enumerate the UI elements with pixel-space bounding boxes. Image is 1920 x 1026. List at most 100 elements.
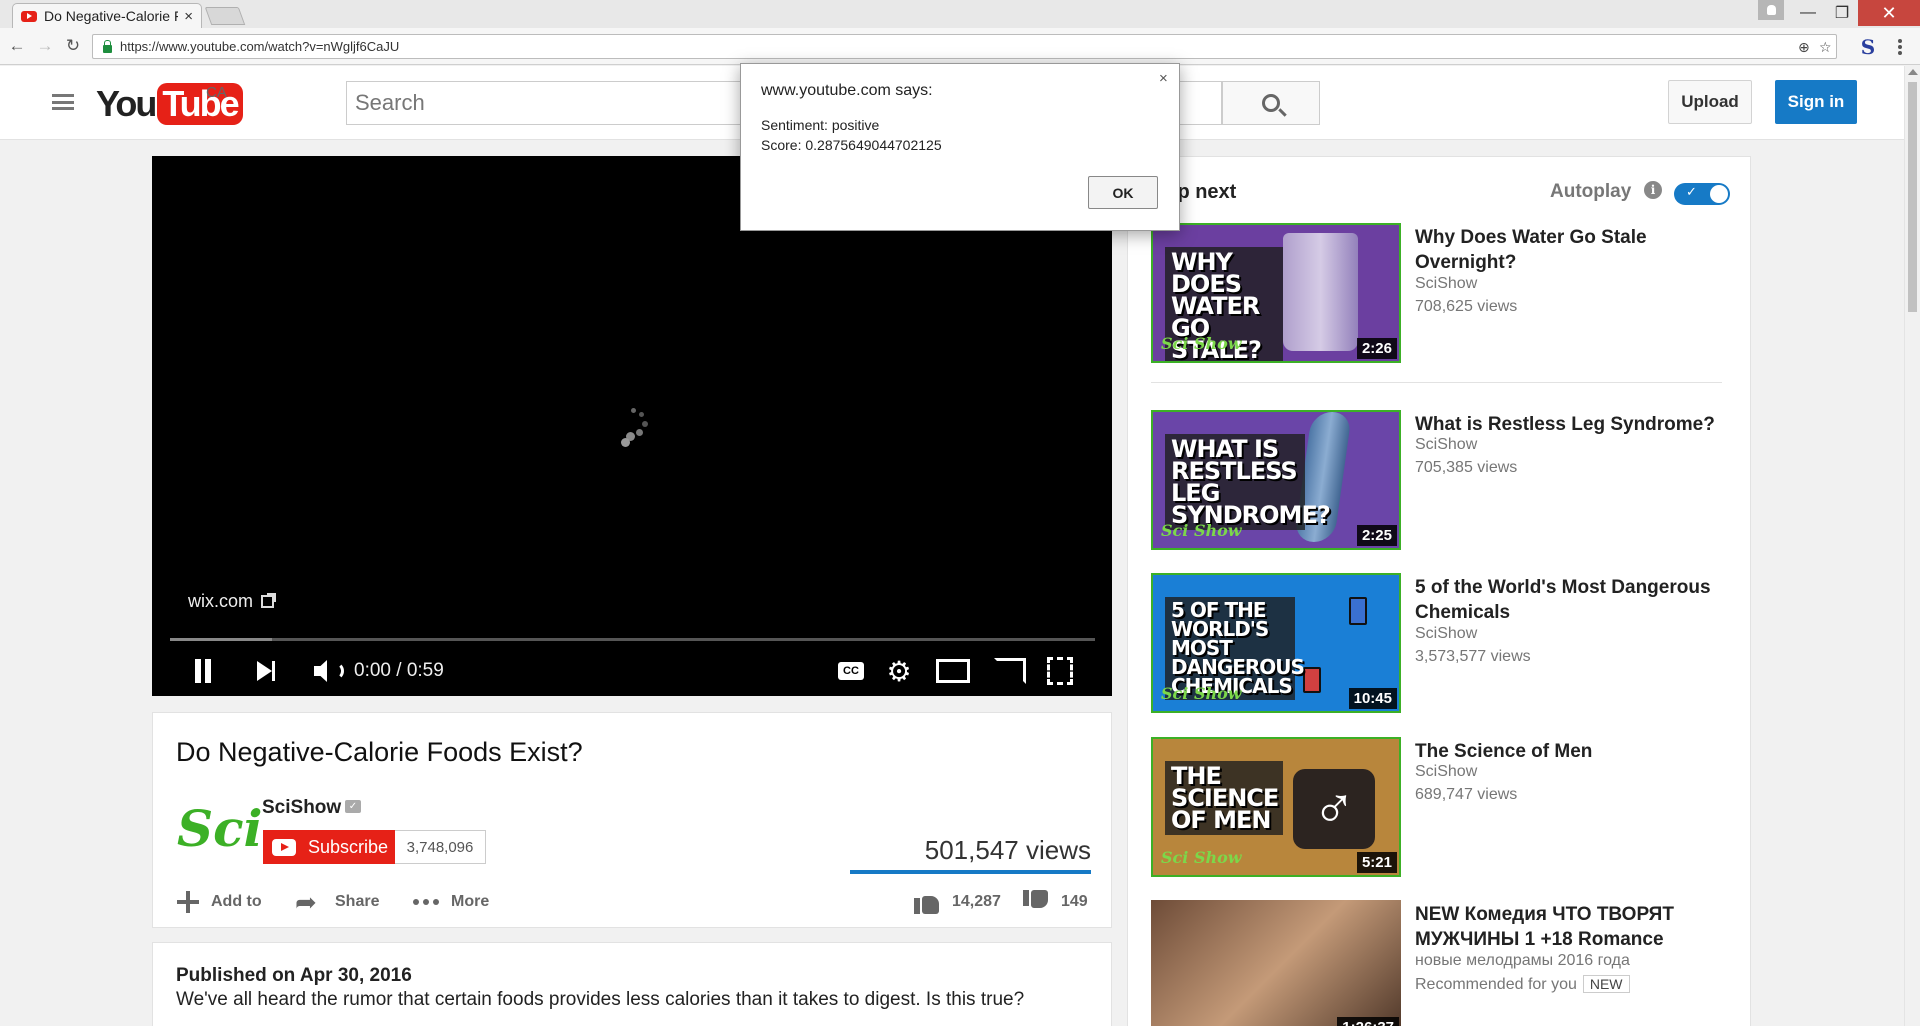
new-tab-button[interactable] (204, 7, 246, 25)
share-arrow-icon: ➦ (295, 887, 317, 917)
cast-icon[interactable] (994, 656, 1026, 686)
address-bar-row: ← → ↻ https://www.youtube.com/watch?v=nW… (0, 28, 1920, 65)
recommended-video-title[interactable]: NEW Комедия ЧТО ТВОРЯТ МУЖЧИНЫ 1 +18 Rom… (1415, 902, 1735, 952)
recommended-reason: Recommended for you (1415, 976, 1577, 993)
video-duration: 1:26:37 (1337, 1017, 1399, 1026)
recommended-video-title[interactable]: Why Does Water Go Stale Overnight? (1415, 225, 1735, 275)
profile-icon[interactable] (1758, 0, 1784, 20)
autoplay-label: Autoplay (1550, 181, 1632, 202)
channel-name-link[interactable]: SciShow (262, 797, 341, 819)
browser-tab[interactable]: Do Negative-Calorie Foods Exist? - YouTu… (12, 3, 202, 28)
time-display: 0:00 / 0:59 (354, 660, 444, 681)
video-thumbnail[interactable]: WHAT IS RESTLESS LEG SYNDROME? Sci Show … (1151, 410, 1401, 550)
recommended-video-views: 689,747 views (1415, 786, 1518, 803)
url-omnibox[interactable]: https://www.youtube.com/watch?v=nWgljf6C… (92, 34, 1837, 59)
settings-gear-icon[interactable] (886, 656, 912, 686)
dialog-score-line: Score: 0.2875649044702125 (761, 137, 942, 153)
dislike-button[interactable]: 149 (1023, 890, 1088, 914)
video-duration: 2:25 (1356, 525, 1397, 546)
subscribe-button[interactable]: Subscribe (263, 830, 395, 864)
recommended-video-views: 3,573,577 views (1415, 648, 1531, 665)
volume-wave-icon (330, 662, 344, 680)
bookmark-star-icon[interactable]: ☆ (1819, 39, 1832, 56)
logo-tube-text: Tube (157, 83, 243, 125)
hamburger-menu-icon[interactable] (52, 94, 74, 110)
thumbnail-text: THE SCIENCE OF MEN (1165, 761, 1283, 835)
progress-buffered (170, 638, 272, 641)
next-video-icon[interactable] (254, 656, 278, 686)
youtube-logo[interactable]: You Tube CA (96, 82, 243, 126)
youtube-play-icon (272, 838, 296, 856)
scrollbar-thumb[interactable] (1908, 82, 1917, 312)
tab-close-icon[interactable]: × (184, 8, 193, 25)
dialog-ok-button[interactable]: OK (1088, 176, 1158, 209)
video-thumbnail[interactable]: ♂ THE SCIENCE OF MEN Sci Show 5:21 (1151, 737, 1401, 877)
extension-s-icon[interactable]: S (1857, 36, 1879, 58)
video-info-card: Do Negative-Calorie Foods Exist? Sci Sci… (152, 712, 1112, 896)
up-next-sidebar: Up next Autoplay i ✓ WHY DOES WATER GO S… (1127, 156, 1751, 1026)
sign-in-button[interactable]: Sign in (1775, 80, 1857, 124)
up-next-separator (1151, 382, 1722, 383)
recommended-video[interactable]: 1:26:37 NEW Комедия ЧТО ТВОРЯТ МУЖЧИНЫ 1… (1151, 900, 1741, 1026)
action-row: Add to ➦ Share More 14,287 149 (152, 876, 1112, 928)
info-icon[interactable]: i (1644, 181, 1662, 199)
zoom-icon[interactable]: ⊕ (1798, 39, 1810, 56)
scroll-up-arrow-icon[interactable] (1908, 69, 1918, 75)
published-date: Published on Apr 30, 2016 (176, 965, 412, 986)
url-text: https://www.youtube.com/watch?v=nWgljf6C… (120, 39, 400, 54)
wix-link-text: wix.com (188, 591, 254, 611)
recommended-video[interactable]: 5 OF THE WORLD'S MOST DANGEROUS CHEMICAL… (1151, 573, 1741, 713)
recommended-video-title[interactable]: What is Restless Leg Syndrome? (1415, 412, 1735, 437)
autoplay-toggle[interactable]: ✓ (1674, 183, 1730, 205)
recommended-video-channel: SciShow (1415, 625, 1478, 642)
chrome-menu-icon[interactable] (1892, 38, 1908, 56)
dialog-title: www.youtube.com says: (761, 82, 933, 99)
like-ratio-bar (850, 870, 1091, 874)
wix-annotation-link[interactable]: wix.com (188, 591, 277, 612)
reload-icon[interactable]: ↻ (62, 35, 84, 57)
more-label: More (451, 893, 490, 910)
fullscreen-icon[interactable] (1047, 656, 1073, 686)
page-scrollbar[interactable] (1904, 66, 1920, 1026)
video-thumbnail[interactable]: 1:26:37 (1151, 900, 1401, 1026)
pause-icon[interactable] (192, 656, 214, 686)
search-icon (1262, 94, 1280, 112)
toggle-knob (1710, 185, 1728, 203)
recommended-video[interactable]: WHY DOES WATER GO STALE? Sci Show 2:26 W… (1151, 223, 1741, 363)
more-button[interactable]: More (413, 890, 489, 914)
recommended-video-channel: SciShow (1415, 436, 1478, 453)
video-duration: 2:26 (1356, 338, 1397, 359)
recommended-video-views: 705,385 views (1415, 459, 1518, 476)
dialog-sentiment-line: Sentiment: positive (761, 117, 880, 133)
progress-bar[interactable] (170, 638, 1095, 641)
external-link-icon (261, 593, 277, 608)
search-button[interactable] (1222, 81, 1320, 125)
back-arrow-icon[interactable]: ← (6, 35, 28, 57)
channel-avatar[interactable]: Sci (177, 801, 263, 857)
captions-icon[interactable] (836, 656, 866, 686)
video-thumbnail[interactable]: 5 OF THE WORLD'S MOST DANGEROUS CHEMICAL… (1151, 573, 1401, 713)
theater-mode-icon[interactable] (936, 656, 970, 686)
thumbs-up-icon (914, 890, 940, 914)
forward-arrow-icon[interactable]: → (34, 35, 56, 57)
recommended-video-title[interactable]: 5 of the World's Most Dangerous Chemical… (1415, 575, 1735, 625)
recommended-video-title[interactable]: The Science of Men (1415, 739, 1735, 764)
share-button[interactable]: ➦ Share (295, 887, 379, 917)
scishow-watermark: Sci Show (1161, 521, 1242, 540)
video-thumbnail[interactable]: WHY DOES WATER GO STALE? Sci Show 2:26 (1151, 223, 1401, 363)
dialog-close-icon[interactable]: × (1159, 70, 1168, 87)
plus-icon (177, 891, 199, 913)
upload-button[interactable]: Upload (1668, 80, 1752, 124)
thumbs-down-icon (1023, 890, 1049, 914)
video-player[interactable]: wix.com 0:00 / 0:59 (152, 156, 1112, 696)
beaker-image (1303, 667, 1321, 693)
recommended-video[interactable]: WHAT IS RESTLESS LEG SYNDROME? Sci Show … (1151, 410, 1741, 550)
recommended-video[interactable]: ♂ THE SCIENCE OF MEN Sci Show 5:21 The S… (1151, 737, 1741, 877)
alert-dialog: www.youtube.com says: × Sentiment: posit… (740, 63, 1180, 231)
add-to-button[interactable]: Add to (177, 890, 262, 914)
recommended-video-views: 708,625 views (1415, 298, 1518, 315)
window-maximize-button[interactable]: ❐ (1822, 0, 1862, 26)
window-close-button[interactable]: ✕ (1858, 0, 1920, 26)
like-button[interactable]: 14,287 (914, 890, 1001, 914)
tab-title: Do Negative-Calorie Foods Exist? - YouTu… (44, 8, 179, 24)
